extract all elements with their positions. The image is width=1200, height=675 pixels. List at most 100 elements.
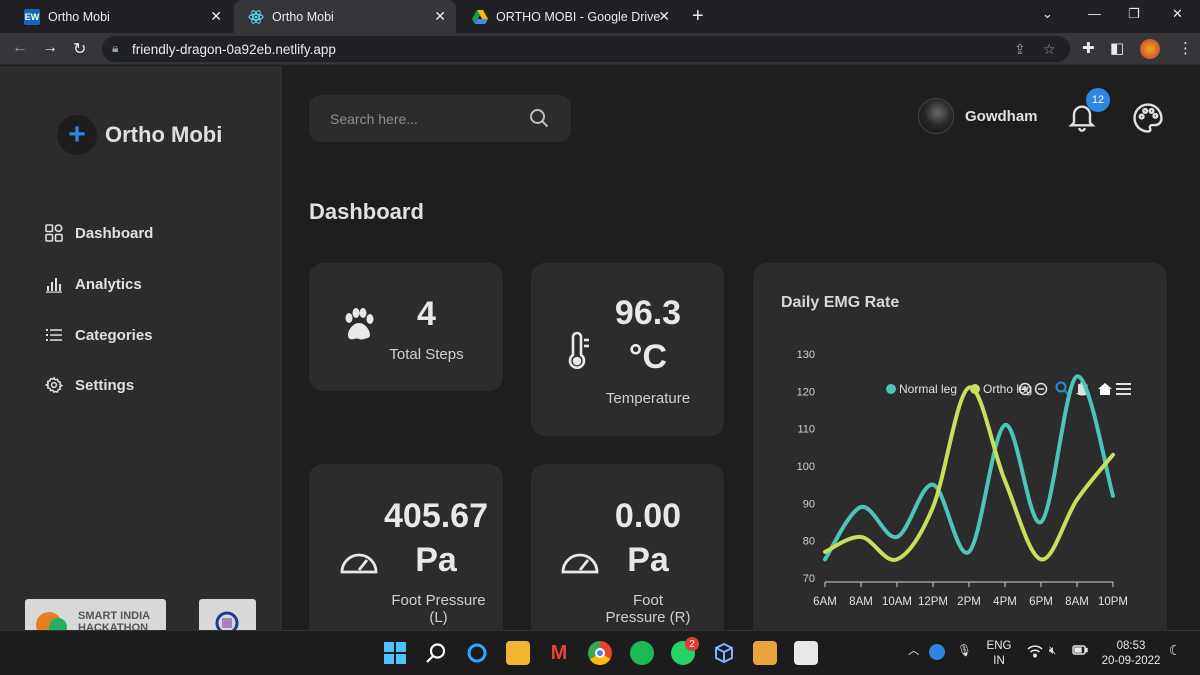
y-tick-label: 120: [797, 386, 815, 398]
clock-date: 20-09-2022: [1101, 655, 1161, 667]
sidebar-item-analytics[interactable]: Analytics: [44, 274, 142, 294]
foot-right-unit: Pa: [627, 541, 669, 579]
sidepanel-icon[interactable]: ◧: [1110, 39, 1124, 57]
browser-tab-1[interactable]: EW Ortho Mobi ✕: [10, 0, 232, 33]
moon-icon[interactable]: ☾: [1169, 643, 1182, 658]
y-tick-label: 100: [797, 461, 815, 473]
temperature-label: Temperature: [605, 390, 691, 407]
windows-taskbar: M 2 ︿ 🎙︎ ENG IN 🔇︎ 08:53 20-09-2022 ☾: [0, 630, 1200, 675]
app-logo[interactable]: + Ortho Mobi: [57, 115, 222, 155]
close-icon[interactable]: ✕: [658, 8, 670, 25]
y-tick-label: 80: [803, 536, 815, 548]
steps-card: 4 Total Steps: [309, 263, 503, 391]
app-icon[interactable]: [753, 641, 777, 665]
x-tick-label: 6AM: [813, 596, 837, 608]
series-line-normal-leg: [823, 374, 1115, 562]
wifi-icon[interactable]: [1027, 644, 1043, 663]
region-code: IN: [993, 655, 1005, 667]
foot-left-value: 405.67: [384, 497, 488, 535]
profile-avatar[interactable]: [1140, 39, 1160, 59]
ew-favicon-icon: EW: [24, 8, 40, 25]
palette-icon[interactable]: [1131, 101, 1165, 140]
browser-tab-3[interactable]: ORTHO MOBI - Google Drive ✕: [458, 0, 680, 33]
browser-tab-bar: EW Ortho Mobi ✕ Ortho Mobi ✕ ORTHO MOBI …: [0, 0, 1200, 33]
app-name: Ortho Mobi: [105, 122, 223, 147]
url-text: friendly-dragon-0a92eb.netlify.app: [132, 41, 336, 57]
close-icon[interactable]: ✕: [434, 8, 446, 25]
drive-icon: [472, 9, 488, 25]
legend-marker: [886, 384, 896, 394]
minimize-icon[interactable]: —: [1088, 6, 1101, 21]
chart-title: Daily EMG Rate: [781, 294, 899, 311]
browser-tab-2[interactable]: Ortho Mobi ✕: [234, 0, 456, 33]
gmail-icon[interactable]: M: [547, 641, 571, 665]
volume-muted-icon[interactable]: 🔇︎: [1049, 644, 1056, 659]
search-icon[interactable]: [529, 108, 549, 133]
zoom-out-icon[interactable]: [1034, 382, 1048, 396]
bookmark-star-icon[interactable]: ☆: [1043, 41, 1056, 58]
search-input[interactable]: [330, 110, 520, 127]
steps-value: 4: [417, 295, 436, 333]
x-tick-label: 6PM: [1029, 596, 1053, 608]
forward-icon[interactable]: →: [42, 39, 58, 57]
cortana-icon[interactable]: [465, 641, 489, 665]
x-tick-label: 10PM: [1098, 596, 1128, 608]
legend-label[interactable]: Normal leg: [899, 382, 957, 396]
restore-icon[interactable]: ❐: [1128, 6, 1140, 22]
back-icon[interactable]: ←: [12, 39, 28, 57]
user-profile[interactable]: Gowdham: [918, 98, 1038, 134]
extensions-icon[interactable]: ✚: [1082, 39, 1095, 57]
close-window-icon[interactable]: ✕: [1172, 6, 1183, 22]
x-tick-label: 8AM: [849, 596, 873, 608]
steps-label: Total Steps: [389, 346, 464, 363]
zoom-select-icon[interactable]: [1055, 381, 1069, 395]
notification-badge: 12: [1086, 88, 1110, 112]
x-tick-label: 12PM: [918, 596, 948, 608]
foot-pressure-left-card: 405.67 Pa Foot Pressure (L): [309, 464, 503, 630]
kebab-menu-icon[interactable]: ⋮: [1178, 39, 1193, 57]
user-name: Gowdham: [965, 107, 1038, 125]
search-box: [309, 95, 571, 142]
search-icon[interactable]: [424, 641, 448, 665]
close-icon[interactable]: ✕: [210, 8, 222, 25]
new-tab-icon[interactable]: +: [692, 5, 704, 28]
reload-icon[interactable]: ↻: [73, 39, 86, 59]
foot-right-label: Foot Pressure (R): [605, 592, 691, 626]
y-tick-label: 70: [803, 573, 815, 585]
tray-app-icon[interactable]: [929, 644, 945, 660]
x-tick-label: 4PM: [993, 596, 1017, 608]
temperature-card: 96.3 °C Temperature: [531, 263, 724, 436]
microphone-icon[interactable]: 🎙︎: [957, 644, 972, 659]
sidebar-item-dashboard[interactable]: Dashboard: [44, 223, 153, 243]
foot-left-label: Foot Pressure (L): [391, 592, 486, 626]
emg-chart-card: Daily EMG Rate Normal leg Ortho leg 70 80 9…: [753, 263, 1167, 630]
snipping-tool-icon[interactable]: [794, 641, 818, 665]
partner-emblem-logo: [199, 599, 256, 630]
chrome-icon[interactable]: [588, 641, 612, 665]
y-tick-label: 130: [797, 349, 815, 361]
tab-search-icon[interactable]: ⌄: [1042, 6, 1053, 22]
avatar: [918, 98, 954, 134]
file-explorer-icon[interactable]: [506, 641, 530, 665]
x-tick-label: 8AM: [1065, 596, 1089, 608]
language-indicator[interactable]: ENG IN: [984, 639, 1014, 669]
battery-icon[interactable]: [1072, 644, 1088, 661]
windows-start-icon[interactable]: [383, 641, 407, 665]
url-field[interactable]: 🔒︎ friendly-dragon-0a92eb.netlify.app ⇪ …: [102, 36, 1070, 62]
reset-home-icon[interactable]: [1098, 383, 1112, 395]
plus-icon: +: [57, 115, 97, 155]
clock[interactable]: 08:53 20-09-2022: [1100, 639, 1162, 669]
sidebar-item-label: Settings: [75, 376, 135, 394]
virtualbox-icon[interactable]: [712, 641, 736, 665]
tray-expand-icon[interactable]: ︿: [908, 644, 920, 659]
sidebar-item-categories[interactable]: Categories: [44, 325, 153, 345]
spotify-icon[interactable]: [630, 641, 654, 665]
share-icon[interactable]: ⇪: [1014, 41, 1026, 58]
emg-line-chart: Daily EMG Rate Normal leg Ortho leg 70809…: [781, 294, 1131, 608]
foot-right-value: 0.00: [614, 497, 682, 535]
sidebar-item-settings[interactable]: Settings: [44, 375, 134, 395]
chart-menu-icon[interactable]: [1116, 383, 1131, 395]
main-content: Gowdham 12 Dashboard 4 Total Steps 96.3 …: [282, 66, 1200, 630]
chart-toolbar: [1018, 381, 1131, 396]
whatsapp-badge: 2: [685, 637, 699, 651]
